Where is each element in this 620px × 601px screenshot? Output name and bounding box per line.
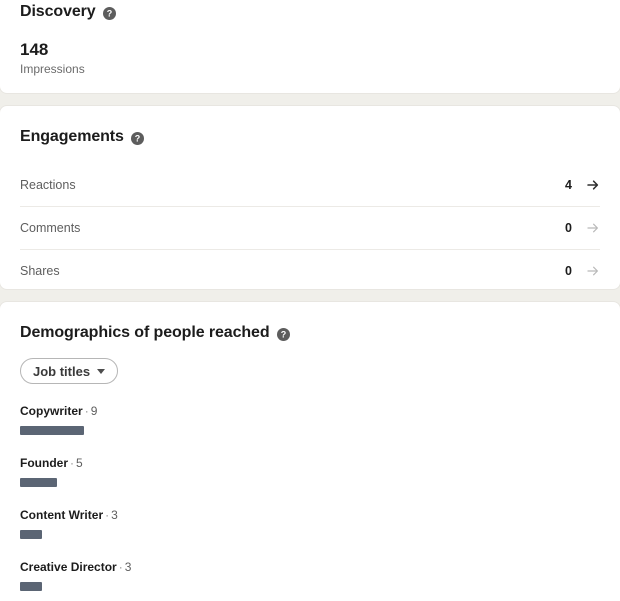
demographic-label: Copywriter · 9 [20, 404, 600, 419]
demographic-name: Copywriter [20, 404, 83, 418]
demographic-count: 5 [76, 456, 83, 470]
demographic-bar [20, 478, 57, 487]
impressions-metric: 148 Impressions [0, 40, 620, 77]
arrow-right-icon[interactable] [586, 221, 600, 235]
svg-text:?: ? [106, 8, 112, 18]
demographic-bar [20, 582, 42, 591]
list-item: Founder · 5 [20, 456, 600, 487]
demographic-bar-track [20, 478, 600, 487]
demographic-separator: · [118, 560, 123, 574]
demographic-label: Content Writer · 3 [20, 508, 600, 523]
demographic-bar-track [20, 582, 600, 591]
demographics-header: Demographics of people reached ? [0, 302, 620, 341]
demographic-bar [20, 426, 84, 435]
engagement-row-label: Shares [20, 264, 60, 278]
engagement-row-value: 0 [565, 221, 572, 235]
engagement-row-value: 0 [565, 264, 572, 278]
list-item: Creative Director · 3 [20, 560, 600, 591]
demographic-separator: · [84, 404, 89, 418]
demographic-separator: · [105, 508, 110, 522]
engagement-row-reactions[interactable]: Reactions 4 [20, 164, 600, 206]
discovery-header: Discovery ? [0, 0, 620, 20]
engagements-card: Engagements ? Reactions 4 Comments 0 Sha… [0, 105, 620, 290]
engagements-rows: Reactions 4 Comments 0 Shares 0 [0, 164, 620, 292]
discovery-card: Discovery ? 148 Impressions [0, 0, 620, 94]
list-item: Copywriter · 9 [20, 404, 600, 435]
demographic-bar-track [20, 426, 600, 435]
demographics-list: Copywriter · 9 Founder · 5 Content Writer · 3 [0, 404, 620, 591]
svg-text:?: ? [280, 329, 286, 339]
svg-text:?: ? [135, 133, 141, 143]
list-item: Content Writer · 3 [20, 508, 600, 539]
job-titles-dropdown[interactable]: Job titles [20, 358, 119, 384]
demographic-name: Content Writer [20, 508, 104, 522]
help-circle-icon[interactable]: ? [102, 6, 116, 20]
impressions-label: Impressions [20, 62, 85, 76]
demographic-label: Creative Director · 3 [20, 560, 600, 575]
analytics-page: Discovery ? 148 Impressions Engagements … [0, 0, 620, 601]
engagement-row-shares[interactable]: Shares 0 [20, 249, 600, 292]
help-circle-icon[interactable]: ? [130, 131, 144, 145]
demographic-name: Creative Director [20, 560, 117, 574]
help-circle-icon[interactable]: ? [276, 327, 290, 341]
impressions-value: 148 [20, 40, 49, 59]
demographic-bar-track [20, 530, 600, 539]
page-title: Discovery [20, 3, 96, 20]
job-titles-dropdown-label: Job titles [33, 363, 91, 379]
arrow-right-icon[interactable] [586, 264, 600, 278]
demographic-name: Founder [20, 456, 68, 470]
demographics-card: Demographics of people reached ? Job tit… [0, 301, 620, 601]
engagement-row-label: Reactions [20, 178, 76, 192]
engagement-row-value: 4 [565, 178, 572, 192]
demographic-count: 3 [124, 560, 132, 574]
demographic-count: 3 [111, 508, 118, 522]
engagement-row-comments[interactable]: Comments 0 [20, 206, 600, 249]
engagements-title: Engagements [20, 128, 124, 145]
demographics-title: Demographics of people reached [20, 324, 270, 341]
demographic-bar [20, 530, 42, 539]
engagement-row-label: Comments [20, 221, 81, 235]
engagements-header: Engagements ? [0, 106, 620, 145]
demographic-count: 9 [90, 404, 98, 418]
card-gap [0, 94, 620, 105]
arrow-right-icon[interactable] [586, 178, 600, 192]
demographic-label: Founder · 5 [20, 456, 600, 471]
chevron-down-icon [97, 368, 106, 374]
demographic-separator: · [70, 456, 74, 470]
demographics-filter-wrap: Job titles [0, 358, 620, 384]
